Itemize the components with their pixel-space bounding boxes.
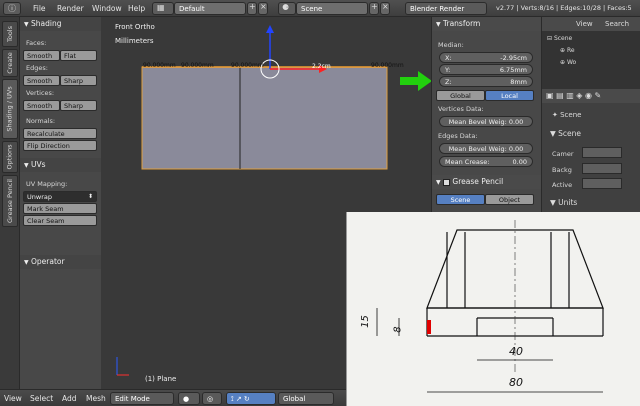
clear-seam-button[interactable]: Clear Seam xyxy=(23,215,97,226)
gizmo-z-arrow-icon xyxy=(266,25,274,33)
edge-length-label: 90.000mm xyxy=(231,62,264,69)
edge-length-label: 90.000mm xyxy=(181,62,214,69)
checkbox-icon xyxy=(443,178,451,186)
grease-pencil-panel-header[interactable]: ▼ Grease Pencil xyxy=(432,175,541,189)
mesh-face xyxy=(141,66,388,170)
menu-view[interactable]: View xyxy=(4,394,22,403)
active-field[interactable] xyxy=(582,178,622,189)
tab-create[interactable]: Create xyxy=(2,49,18,77)
background-label: Backg xyxy=(552,166,572,174)
tab-shading-uvs[interactable]: Shading / UVs xyxy=(2,79,18,139)
shading-panel-header[interactable]: ▼ Shading xyxy=(20,17,101,31)
dimension-40: 40 xyxy=(509,345,523,358)
outliner-header: View Search xyxy=(542,17,640,31)
dimension-80: 80 xyxy=(509,376,523,389)
dimension-15: 15 xyxy=(359,315,371,328)
menu-add[interactable]: Add xyxy=(62,394,77,403)
median-x-field[interactable]: X: -2.95cm xyxy=(439,52,533,63)
info-editor-icon[interactable]: ⓘ xyxy=(3,2,21,15)
layout-name-field[interactable]: Default xyxy=(174,2,246,15)
tab-tools[interactable]: Tools xyxy=(2,21,18,47)
gp-scene-toggle[interactable]: Scene xyxy=(436,194,485,205)
units-panel-header[interactable]: ▼ Units xyxy=(550,198,577,207)
close-scene-icon[interactable]: × xyxy=(380,2,390,15)
tool-shelf: ▼ Shading Faces: Smooth Flat Edges: Smoo… xyxy=(20,17,101,389)
outliner-scene-item[interactable]: ⊟ Scene xyxy=(547,35,572,42)
faces-flat-button[interactable]: Flat xyxy=(60,50,97,61)
scene-statistics: v2.77 | Verts:8/16 | Edges:10/28 | Faces… xyxy=(496,4,632,12)
scene-name-field[interactable]: Scene xyxy=(296,2,368,15)
edge-length-label: 90.000mm xyxy=(371,62,404,69)
active-label: Active xyxy=(552,181,573,189)
menu-select[interactable]: Select xyxy=(30,394,53,403)
edges-smooth-button[interactable]: Smooth xyxy=(23,75,60,86)
uvs-panel-header[interactable]: ▼ UVs xyxy=(20,158,101,172)
median-y-field[interactable]: Y: 6.75mm xyxy=(439,64,533,75)
menu-file[interactable]: File xyxy=(33,4,46,13)
mode-select[interactable]: Edit Mode xyxy=(110,392,174,405)
vertices-smooth-button[interactable]: Smooth xyxy=(23,100,60,111)
background-field[interactable] xyxy=(582,163,622,174)
manipulator-icons[interactable]: ⟟ ↗ ↻ xyxy=(226,392,276,405)
scene-panel-header[interactable]: ▼ Scene xyxy=(550,129,581,138)
tab-grease-pencil[interactable]: Grease Pencil xyxy=(2,175,18,227)
transform-panel-header[interactable]: ▼ Transform xyxy=(432,17,541,31)
outliner-view-menu[interactable]: View xyxy=(576,20,593,28)
active-object-label: (1) Plane xyxy=(145,375,177,383)
menu-render[interactable]: Render xyxy=(57,4,84,13)
outliner-search-menu[interactable]: Search xyxy=(605,20,629,28)
recalculate-button[interactable]: Recalculate xyxy=(23,128,97,139)
scene-selector-icon[interactable]: ⚈ xyxy=(278,2,296,15)
orientation-select[interactable]: Global xyxy=(278,392,334,405)
median-label: Median: xyxy=(438,41,464,49)
scene-breadcrumb: ✦ Scene xyxy=(552,111,582,119)
shading-mode-icon[interactable]: ● xyxy=(178,392,200,405)
camera-field[interactable] xyxy=(582,147,622,158)
tool-shelf-tabs: Tools Create Shading / UVs Options Greas… xyxy=(0,17,20,389)
properties-tabs[interactable]: ▣ ▤ ▥ ◈ ◉ ✎ xyxy=(542,89,640,103)
edge-length-label: 90.000mm xyxy=(143,62,176,69)
tab-options[interactable]: Options xyxy=(2,141,18,173)
normals-label: Normals: xyxy=(26,117,56,125)
dimension-8: 8 xyxy=(392,326,404,333)
top-header: ⓘ File Render Window Help ▦ Default + × … xyxy=(0,0,640,17)
technical-drawing-image: 15 8 40 80 xyxy=(346,212,640,406)
median-z-field[interactable]: Z: 8mm xyxy=(439,76,533,87)
gp-object-toggle[interactable]: Object xyxy=(485,194,534,205)
mark-seam-button[interactable]: Mark Seam xyxy=(23,203,97,214)
operator-panel-header[interactable]: ▼ Operator xyxy=(20,255,101,269)
add-layout-icon[interactable]: + xyxy=(247,2,257,15)
outliner-render-layers-item[interactable]: ⊕ Re xyxy=(560,47,575,54)
edges-label: Edges: xyxy=(26,64,48,72)
flip-direction-button[interactable]: Flip Direction xyxy=(23,140,97,151)
edges-data-label: Edges Data: xyxy=(438,132,478,140)
menu-help[interactable]: Help xyxy=(128,4,145,13)
pivot-icon[interactable]: ◎ xyxy=(202,392,222,405)
global-toggle[interactable]: Global xyxy=(436,90,485,101)
edges-sharp-button[interactable]: Sharp xyxy=(60,75,97,86)
outliner-tree[interactable]: ⊟ Scene ⊕ Re ⊕ Wo xyxy=(542,31,640,89)
faces-label: Faces: xyxy=(26,39,47,47)
menu-mesh[interactable]: Mesh xyxy=(86,394,106,403)
add-scene-icon[interactable]: + xyxy=(369,2,379,15)
unwrap-menu[interactable]: Unwrap ⬍ xyxy=(23,191,97,202)
vertices-data-label: Vertices Data: xyxy=(438,105,484,113)
vertex-bevel-weight-field[interactable]: Mean Bevel Weig: 0.00 xyxy=(439,116,533,127)
green-arrow-icon xyxy=(400,71,432,91)
vertices-sharp-button[interactable]: Sharp xyxy=(60,100,97,111)
layout-selector-icon[interactable]: ▦ xyxy=(152,2,174,15)
menu-window[interactable]: Window xyxy=(92,4,122,13)
uv-mapping-label: UV Mapping: xyxy=(26,180,68,188)
edge-length-label: 2.2cm xyxy=(312,63,331,70)
edge-bevel-weight-field[interactable]: Mean Bevel Weig: 0.00 xyxy=(439,143,533,154)
faces-smooth-button[interactable]: Smooth xyxy=(23,50,60,61)
outliner-world-item[interactable]: ⊕ Wo xyxy=(560,59,576,66)
render-engine-select[interactable]: Blender Render xyxy=(405,2,487,15)
local-toggle[interactable]: Local xyxy=(485,90,534,101)
camera-label: Camer xyxy=(552,150,574,158)
close-layout-icon[interactable]: × xyxy=(258,2,268,15)
render-tab-icon: ▣ ▤ ▥ ◈ ◉ ✎ xyxy=(546,91,602,100)
mean-crease-field[interactable]: Mean Crease: 0.00 xyxy=(439,156,533,167)
vertices-label: Vertices: xyxy=(26,89,55,97)
